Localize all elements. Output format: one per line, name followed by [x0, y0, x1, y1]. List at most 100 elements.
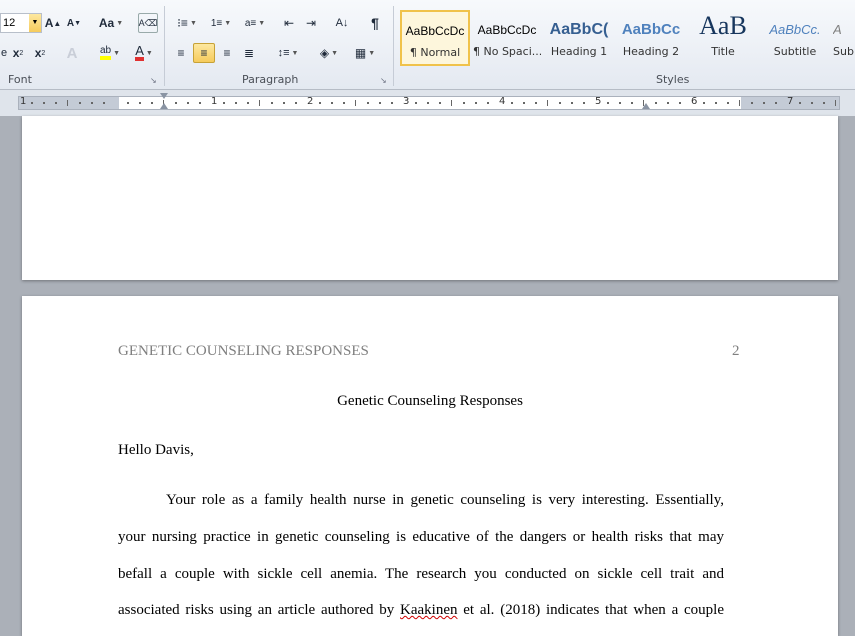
ruler-dot — [811, 102, 813, 104]
style-sample: AaB — [699, 11, 747, 40]
ruler-tick — [739, 100, 740, 106]
ruler-dot — [799, 102, 801, 104]
style-name: Heading 1 — [550, 45, 608, 58]
ruler-dot — [607, 102, 609, 104]
align-right-button[interactable]: ≡ — [218, 43, 236, 63]
style-subtitle[interactable]: AaBbCc. Subtitle — [760, 10, 830, 66]
ruler-dot — [679, 102, 681, 104]
ruler-number: 1 — [211, 96, 218, 107]
font-size-value: 12 — [3, 17, 16, 29]
ruler-dot — [151, 102, 153, 104]
ruler-dot — [187, 102, 189, 104]
misspelled-word[interactable]: Kaakinen — [400, 602, 457, 618]
increase-indent-button[interactable]: ⇥ — [302, 13, 320, 33]
shrink-font-button[interactable]: A ▼ — [66, 13, 82, 33]
strikethrough-button[interactable]: e — [0, 43, 8, 63]
ruler-dot — [127, 102, 129, 104]
ruler-dot — [763, 102, 765, 104]
style-heading-1[interactable]: AaBbC( Heading 1 — [544, 10, 614, 66]
style-name: Title — [711, 45, 735, 58]
ruler-dot — [523, 102, 525, 104]
style-name: Subtitle — [773, 45, 817, 58]
first-line-indent-marker-icon[interactable] — [160, 93, 168, 99]
style-name: ¶ Normal — [409, 46, 461, 59]
right-indent-marker-icon[interactable] — [642, 103, 650, 109]
ribbon: 12 ▼ A ▲ A ▼ Aa ▼ A⌫ e x2 x2 A ab ▼ A ▼ Font … — [0, 0, 855, 90]
ruler-dot — [343, 102, 345, 104]
show-formatting-marks-button[interactable]: ¶ — [366, 13, 384, 33]
justify-button[interactable]: ≣ — [240, 43, 258, 63]
style-title[interactable]: AaB Title — [688, 10, 758, 66]
font-size-dropdown-icon[interactable]: ▼ — [29, 14, 41, 32]
style-name: Heading 2 — [622, 45, 680, 58]
borders-button[interactable]: ▦ ▼ — [350, 43, 380, 63]
style-subtle-emphasis[interactable]: A Sub — [832, 10, 855, 66]
style-heading-2[interactable]: AaBbCc Heading 2 — [616, 10, 686, 66]
grow-font-button[interactable]: A ▲ — [44, 13, 62, 33]
ruler-tick — [259, 100, 260, 106]
paragraph-dialog-launcher-icon[interactable]: ↘ — [380, 76, 387, 85]
ruler-dot — [463, 102, 465, 104]
style-sample: AaBbCc — [621, 21, 681, 38]
align-center-button[interactable]: ≡ — [193, 43, 215, 63]
decrease-indent-button[interactable]: ⇤ — [280, 13, 298, 33]
sort-button[interactable]: A↓ — [332, 13, 352, 33]
highlight-color-button[interactable]: ab ▼ — [93, 43, 127, 63]
superscript-button[interactable]: x2 — [32, 43, 48, 63]
ruler-dot — [295, 102, 297, 104]
ruler-number: 7 — [787, 96, 794, 107]
style-no-spacing[interactable]: AaBbCcDc ¶ No Spaci... — [472, 10, 542, 66]
ruler-dot — [559, 102, 561, 104]
ruler-bar[interactable]: 1 1 2 3 4 5 6 7 — [18, 93, 840, 110]
ruler-dot — [631, 102, 633, 104]
line-spacing-button[interactable]: ↕≡ ▼ — [274, 43, 302, 63]
ruler-dot — [655, 102, 657, 104]
ruler-dot — [667, 102, 669, 104]
style-sample: AaBbCc. — [769, 22, 821, 37]
ruler-dot — [583, 102, 585, 104]
greeting: Hello Davis, — [118, 442, 194, 458]
shading-button[interactable]: ◈ ▼ — [314, 43, 344, 63]
ruler-dot — [751, 102, 753, 104]
font-color-button[interactable]: A ▼ — [130, 43, 158, 63]
ruler-dot — [727, 102, 729, 104]
align-left-button[interactable]: ≡ — [172, 43, 190, 63]
ruler-number: 2 — [307, 96, 314, 107]
ruler-dot — [439, 102, 441, 104]
page-1[interactable] — [22, 116, 838, 280]
ruler-dot — [175, 102, 177, 104]
style-name: Sub — [833, 45, 854, 58]
bullets-button[interactable]: ⁝≡ ▼ — [172, 13, 202, 33]
change-case-button[interactable]: Aa ▼ — [96, 13, 126, 33]
ruler-dot — [391, 102, 393, 104]
body-line-2: your nursing practice in genetic counsel… — [118, 529, 724, 545]
ruler-tick — [67, 100, 68, 106]
ruler-dot — [247, 102, 249, 104]
clear-formatting-icon[interactable]: A⌫ — [138, 13, 158, 33]
subscript-button[interactable]: x2 — [10, 43, 26, 63]
page-2[interactable]: GENETIC COUNSELING RESPONSES 2 Genetic C… — [22, 296, 838, 636]
ruler-dot — [775, 102, 777, 104]
ruler-dot — [715, 102, 717, 104]
hanging-indent-marker-icon[interactable] — [160, 103, 168, 109]
multilevel-list-button[interactable]: a≡ ▼ — [240, 13, 270, 33]
ruler-dot — [367, 102, 369, 104]
ruler-number: 6 — [691, 96, 698, 107]
font-dialog-launcher-icon[interactable]: ↘ — [150, 76, 157, 85]
ruler-dot — [283, 102, 285, 104]
body-line-4: associated risks using an article author… — [118, 602, 724, 619]
horizontal-ruler[interactable]: 1 1 2 3 4 5 6 7 — [0, 90, 855, 116]
ruler-dot — [271, 102, 273, 104]
ruler-dot — [415, 102, 417, 104]
ruler-tick — [451, 100, 452, 106]
ruler-dot — [511, 102, 513, 104]
ruler-dot — [703, 102, 705, 104]
document-title: Genetic Counseling Responses — [337, 393, 523, 409]
style-normal[interactable]: AaBbCcDc ¶ Normal — [400, 10, 470, 66]
ruler-dot — [139, 102, 141, 104]
font-size-box[interactable]: 12 ▼ — [0, 13, 42, 33]
numbering-button[interactable]: 1≡ ▼ — [206, 13, 236, 33]
style-sample: AaBbCcDc — [477, 23, 537, 37]
text-effects-button[interactable]: A — [62, 43, 82, 63]
body-line-3: befall a couple with sickle cell anemia.… — [118, 566, 724, 582]
